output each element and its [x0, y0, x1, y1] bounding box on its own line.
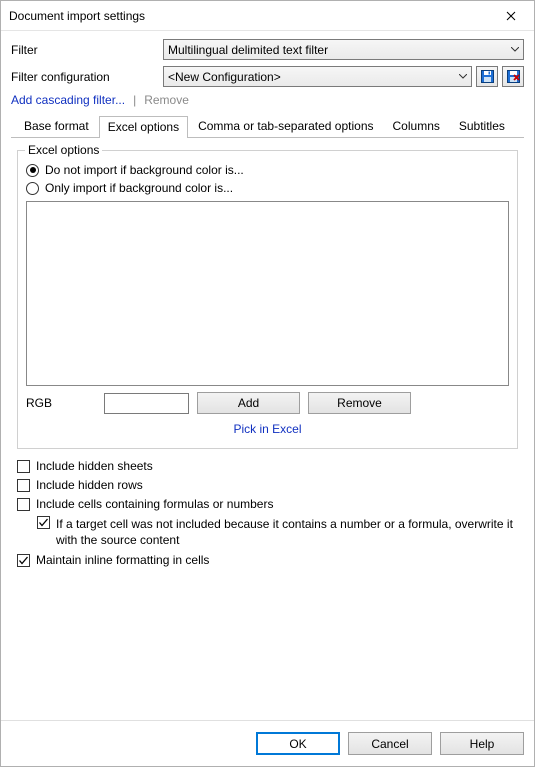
add-color-button[interactable]: Add: [197, 392, 300, 414]
chk-hidden-rows[interactable]: Include hidden rows: [17, 478, 518, 492]
chk-hidden-sheets[interactable]: Include hidden sheets: [17, 459, 518, 473]
chk-overwrite[interactable]: If a target cell was not included becaus…: [37, 516, 518, 548]
pick-in-excel-link[interactable]: Pick in Excel: [233, 422, 301, 436]
filter-label: Filter: [11, 43, 163, 57]
content-area: Filter Multilingual delimited text filte…: [1, 31, 534, 720]
chevron-down-icon: [459, 74, 467, 79]
radio-do-not-import[interactable]: Do not import if background color is...: [26, 163, 509, 177]
remove-color-button[interactable]: Remove: [308, 392, 411, 414]
excel-checkboxes: Include hidden sheets Include hidden row…: [17, 459, 518, 567]
btn-label: Cancel: [371, 737, 408, 751]
checkbox-icon: [37, 516, 50, 529]
tab-label: Base format: [24, 119, 89, 133]
checkbox-icon: [17, 460, 30, 473]
radio-label: Only import if background color is...: [45, 181, 233, 195]
titlebar: Document import settings: [1, 1, 534, 31]
chk-label: If a target cell was not included becaus…: [56, 516, 518, 548]
help-button[interactable]: Help: [440, 732, 524, 755]
delete-config-button[interactable]: [502, 66, 524, 87]
rgb-input[interactable]: [104, 393, 189, 414]
btn-label: Add: [238, 396, 259, 410]
tab-columns[interactable]: Columns: [384, 115, 449, 137]
window-title: Document import settings: [9, 9, 145, 23]
tabpanel-excel: Excel options Do not import if backgroun…: [11, 138, 524, 567]
button-bar: OK Cancel Help: [1, 720, 534, 766]
excel-options-group: Excel options Do not import if backgroun…: [17, 150, 518, 449]
rgb-label: RGB: [26, 396, 96, 410]
btn-label: OK: [289, 737, 306, 751]
tab-label: Excel options: [108, 120, 179, 134]
rgb-row: RGB Add Remove: [26, 392, 509, 414]
checkbox-icon: [17, 479, 30, 492]
group-legend: Excel options: [25, 143, 102, 157]
filter-value: Multilingual delimited text filter: [168, 43, 328, 57]
tabstrip: Base format Excel options Comma or tab-s…: [11, 115, 524, 138]
remove-link: Remove: [144, 93, 189, 107]
ok-button[interactable]: OK: [256, 732, 340, 755]
radio-only-import[interactable]: Only import if background color is...: [26, 181, 509, 195]
radio-icon: [26, 164, 39, 177]
filter-links-row: Add cascading filter... | Remove: [11, 93, 524, 107]
checkbox-icon: [17, 498, 30, 511]
chk-label: Include hidden sheets: [36, 459, 153, 473]
floppy-save-icon: [481, 70, 494, 83]
config-dropdown[interactable]: <New Configuration>: [163, 66, 472, 87]
add-cascading-link[interactable]: Add cascading filter...: [11, 93, 125, 107]
dialog-window: Document import settings Filter Multilin…: [0, 0, 535, 767]
btn-label: Remove: [337, 396, 382, 410]
config-label: Filter configuration: [11, 70, 163, 84]
config-value: <New Configuration>: [168, 70, 281, 84]
tab-label: Columns: [393, 119, 440, 133]
filter-row: Filter Multilingual delimited text filte…: [11, 39, 524, 60]
config-row: Filter configuration <New Configuration>: [11, 66, 524, 87]
chevron-down-icon: [511, 47, 519, 52]
separator: |: [133, 93, 136, 107]
chk-inline-format[interactable]: Maintain inline formatting in cells: [17, 553, 518, 567]
btn-label: Help: [470, 737, 495, 751]
close-button[interactable]: [488, 1, 534, 31]
radio-icon: [26, 182, 39, 195]
tab-label: Comma or tab-separated options: [198, 119, 373, 133]
tab-label: Subtitles: [459, 119, 505, 133]
close-icon: [506, 11, 516, 21]
chk-label: Include hidden rows: [36, 478, 143, 492]
tab-excel-options[interactable]: Excel options: [99, 116, 188, 138]
cancel-button[interactable]: Cancel: [348, 732, 432, 755]
tab-base-format[interactable]: Base format: [15, 115, 98, 137]
tab-subtitles[interactable]: Subtitles: [450, 115, 514, 137]
filter-dropdown[interactable]: Multilingual delimited text filter: [163, 39, 524, 60]
checkbox-icon: [17, 554, 30, 567]
radio-label: Do not import if background color is...: [45, 163, 244, 177]
color-list[interactable]: [26, 201, 509, 386]
tab-csv-options[interactable]: Comma or tab-separated options: [189, 115, 382, 137]
chk-label: Maintain inline formatting in cells: [36, 553, 209, 567]
floppy-delete-icon: [507, 70, 520, 83]
chk-label: Include cells containing formulas or num…: [36, 497, 273, 511]
save-config-button[interactable]: [476, 66, 498, 87]
chk-formulas[interactable]: Include cells containing formulas or num…: [17, 497, 518, 511]
pick-row: Pick in Excel: [26, 422, 509, 436]
